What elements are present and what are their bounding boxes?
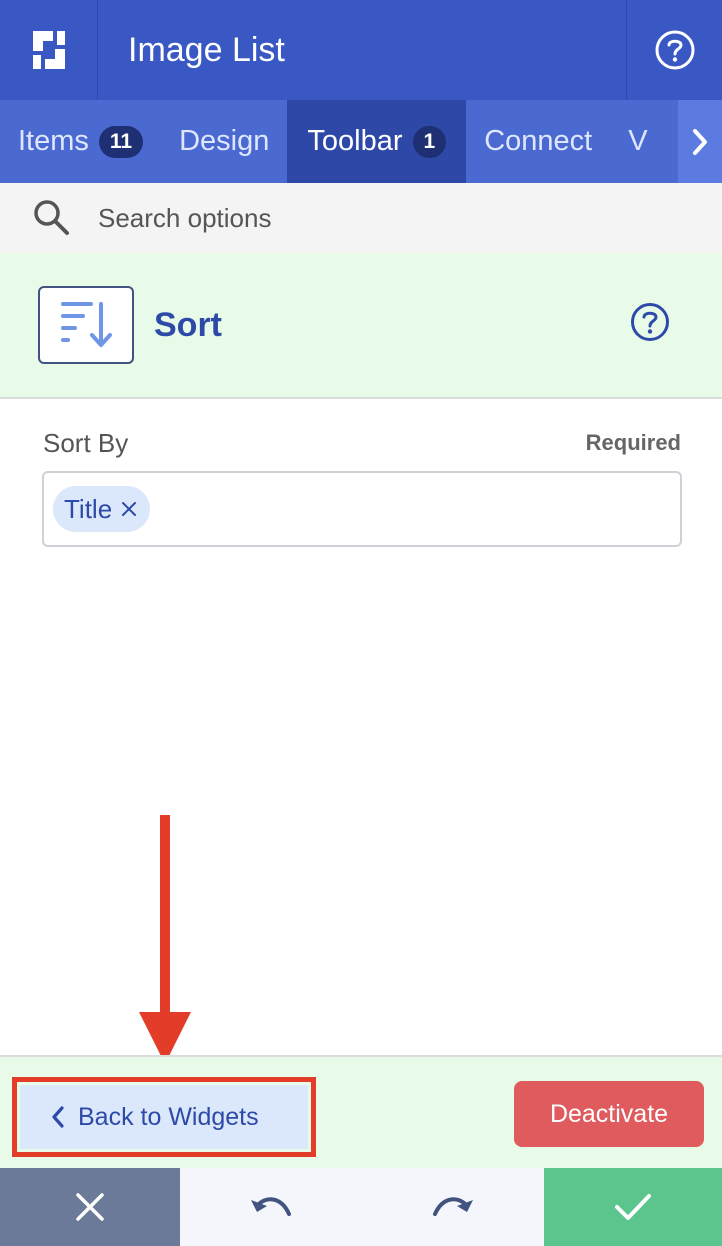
tab-label: Design [179, 125, 270, 157]
annotation-arrow-shaft [160, 815, 170, 1020]
search-input[interactable] [98, 202, 658, 234]
tab-label: V [628, 125, 648, 157]
chip-remove-icon[interactable] [118, 498, 140, 520]
footer-bar [0, 1168, 722, 1246]
brand-logo-icon [32, 31, 65, 69]
chevron-right-icon [693, 128, 707, 155]
page-title: Image List [128, 30, 285, 69]
redo-button[interactable] [362, 1168, 544, 1246]
back-to-widgets-button[interactable]: Back to Widgets [20, 1085, 308, 1149]
tab-label: Toolbar [307, 125, 403, 157]
sort-by-select[interactable]: Title [42, 471, 682, 547]
required-indicator: Required [585, 430, 681, 455]
tab-label: Items [18, 125, 89, 157]
undo-button[interactable] [180, 1168, 362, 1246]
check-icon [615, 1194, 651, 1220]
tab-bar: Items 11 Design Toolbar 1 Connect V [0, 100, 722, 183]
chip-label: Title [64, 493, 113, 524]
search-icon [32, 198, 72, 238]
history-controls [180, 1168, 544, 1246]
selected-chip: Title [53, 486, 151, 532]
widget-header: Sort [0, 253, 722, 399]
close-button[interactable] [0, 1168, 180, 1246]
deactivate-button[interactable]: Deactivate [514, 1081, 704, 1147]
widget-help-icon[interactable] [630, 302, 670, 342]
header-help-button[interactable] [626, 0, 722, 100]
app-root: Image List Items 11 Design Toolbar 1 Con… [0, 0, 722, 1246]
search-bar [0, 183, 722, 253]
sort-descending-icon [61, 302, 112, 347]
redo-icon [433, 1197, 473, 1216]
tab-items[interactable]: Items 11 [0, 100, 161, 183]
action-bar: Back to Widgets Deactivate [0, 1055, 722, 1168]
chevron-left-icon [50, 1105, 66, 1129]
tab-label: Connect [484, 125, 593, 157]
tab-count-badge: 11 [98, 125, 144, 158]
widget-title: Sort [154, 305, 222, 344]
tab-scroll-next-button[interactable] [678, 100, 722, 183]
close-icon [76, 1193, 104, 1221]
logo[interactable] [0, 0, 98, 100]
tab-design[interactable]: Design [161, 100, 287, 183]
question-circle-icon [655, 30, 694, 70]
confirm-button[interactable] [544, 1168, 722, 1246]
tab-connect[interactable]: Connect [466, 100, 610, 183]
tab-truncated[interactable]: V [610, 100, 665, 183]
app-header: Image List [0, 0, 722, 100]
widget-icon-box [38, 286, 134, 364]
back-button-label: Back to Widgets [78, 1102, 259, 1131]
undo-icon [251, 1197, 291, 1216]
sort-by-label: Sort By [43, 428, 129, 458]
tab-toolbar[interactable]: Toolbar 1 [287, 100, 467, 183]
tab-count-badge: 1 [412, 125, 447, 158]
